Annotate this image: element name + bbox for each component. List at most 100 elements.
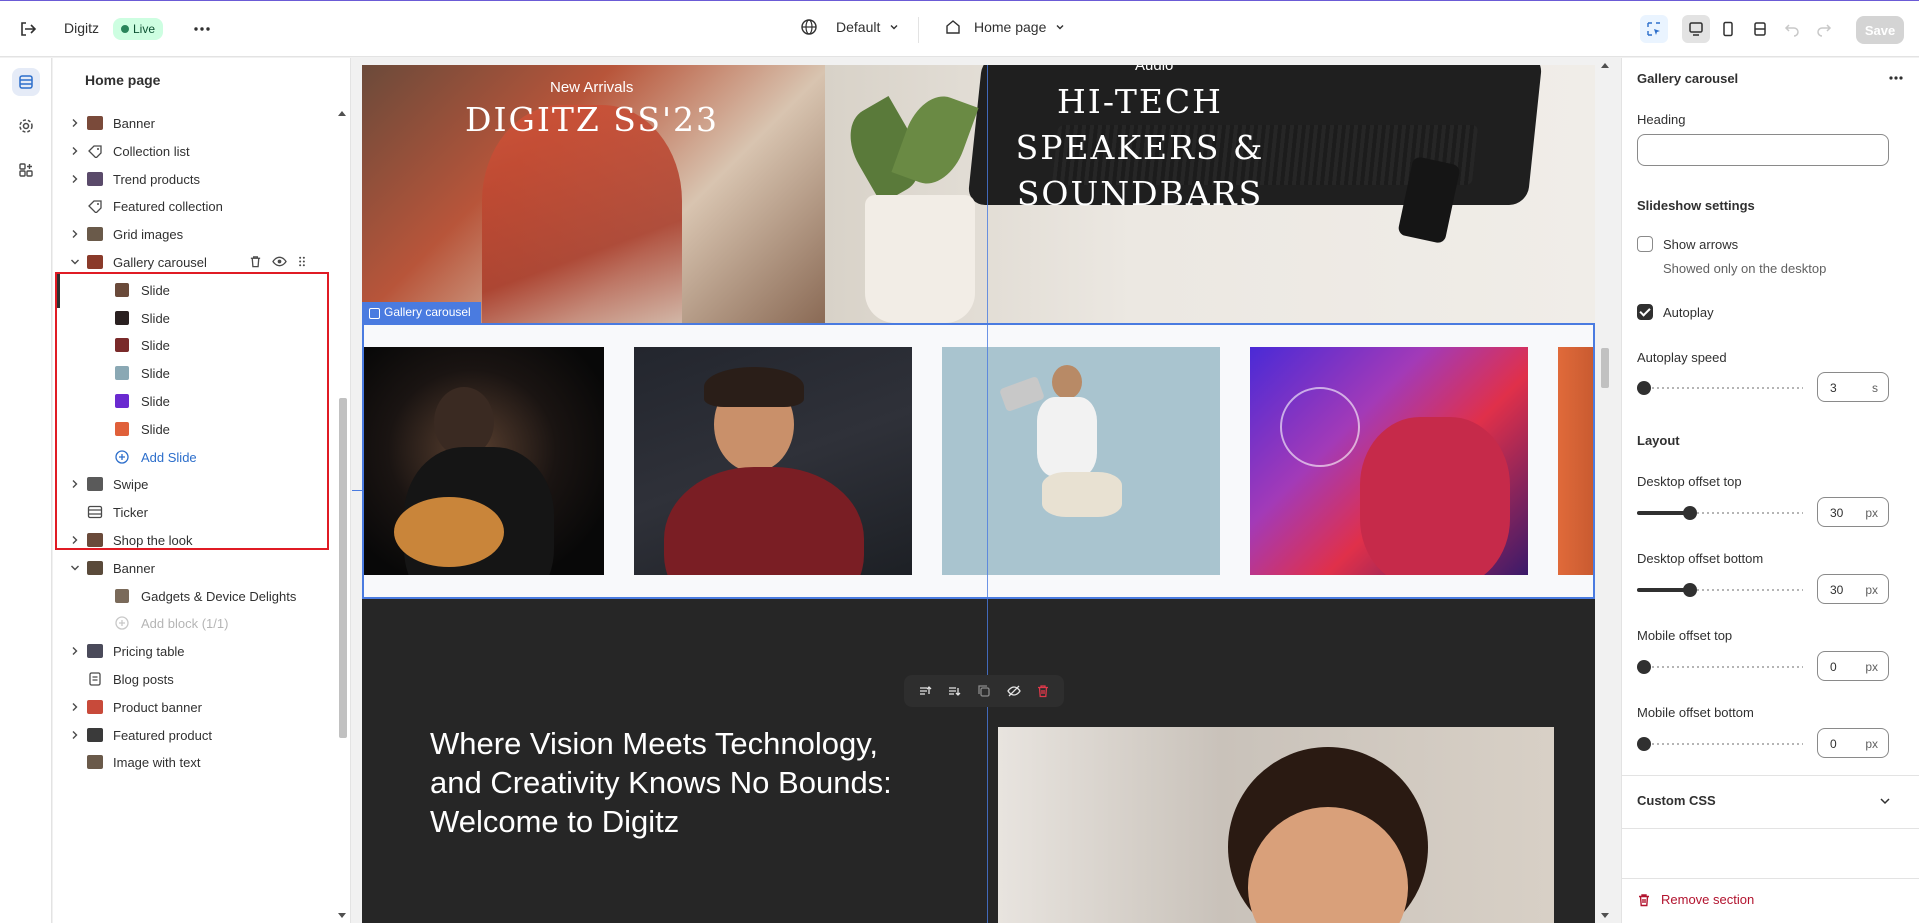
sidebar-item-label: Banner: [113, 560, 155, 576]
sidebar-section-item[interactable]: Image with text: [53, 745, 333, 779]
theme-selector[interactable]: Default: [800, 18, 900, 36]
desktop-offset-top-slider[interactable]: [1637, 506, 1803, 520]
view-tools: [1640, 15, 1838, 43]
desktop-offset-bottom-slider[interactable]: [1637, 583, 1803, 597]
chevron-right-icon[interactable]: [69, 729, 81, 741]
blog-icon: [87, 672, 103, 686]
chevron-right-icon[interactable]: [69, 117, 81, 129]
sidebar-scroll-thumb[interactable]: [339, 398, 347, 738]
chevron-down-icon[interactable]: [69, 256, 81, 268]
sidebar-item-label: Gadgets & Device Delights: [141, 588, 297, 604]
show-arrows-checkbox[interactable]: [1637, 236, 1653, 252]
custom-css-toggle[interactable]: Custom CSS: [1637, 793, 1716, 808]
canvas-scrollbar[interactable]: [1598, 58, 1612, 923]
image-thumbnail-icon: [115, 310, 129, 325]
image-thumbnail-icon: [87, 699, 103, 714]
slideshow-settings-heading: Slideshow settings: [1637, 198, 1755, 213]
mobile-offset-bottom-label: Mobile offset bottom: [1637, 705, 1754, 720]
canvas-scroll-thumb[interactable]: [1601, 348, 1609, 388]
page-selector-label: Home page: [974, 19, 1047, 35]
undo-icon[interactable]: [1778, 15, 1806, 43]
plant-leaf: [891, 87, 979, 193]
sidebar-item-label: Add block (1/1): [141, 616, 229, 632]
mobile-offset-bottom-input[interactable]: 0 px: [1817, 728, 1889, 758]
sections-sidebar: Home page Banner Collection list Trend pro…: [53, 58, 351, 923]
delete-trash-icon[interactable]: [1036, 684, 1050, 698]
autoplay-checkbox[interactable]: [1637, 304, 1653, 320]
dark-section-heading: Where Vision Meets Technology, and Creat…: [430, 726, 892, 839]
move-down-icon[interactable]: [947, 684, 961, 698]
desktop-offset-top-input[interactable]: 30 px: [1817, 497, 1889, 527]
show-arrows-help: Showed only on the desktop: [1663, 261, 1827, 276]
duplicate-icon[interactable]: [977, 684, 991, 698]
inspector-icon[interactable]: [1640, 15, 1668, 43]
chevron-right-icon[interactable]: [69, 534, 81, 546]
sections-icon[interactable]: [12, 68, 40, 96]
image-thumbnail-icon: [115, 394, 129, 408]
exit-icon[interactable]: [16, 17, 40, 41]
save-button[interactable]: Save: [1856, 16, 1904, 44]
chevron-right-icon[interactable]: [69, 478, 81, 490]
hide-eye-icon[interactable]: [1006, 684, 1021, 698]
layout-heading: Layout: [1637, 433, 1680, 448]
mobile-offset-bottom-slider[interactable]: [1637, 737, 1803, 751]
chevron-down-icon[interactable]: [69, 562, 81, 574]
banner-right-tag: Audio: [1135, 65, 1174, 74]
show-arrows-label: Show arrows: [1663, 237, 1739, 252]
trash-icon: [1639, 893, 1649, 906]
more-options-icon[interactable]: [190, 17, 214, 41]
top-bar: Digitz Live Default Home page Save: [0, 0, 1919, 57]
redo-icon[interactable]: [1810, 15, 1838, 43]
settings-gear-icon[interactable]: [12, 112, 40, 140]
store-name: Digitz: [64, 20, 100, 36]
smiling-man-image[interactable]: [998, 727, 1554, 923]
banner-image-fashion[interactable]: New Arrivals DIGITZ SS'23: [362, 65, 825, 323]
autoplay-label: Autoplay: [1663, 305, 1714, 320]
preview-canvas: New Arrivals DIGITZ SS'23 Audio HI-TECH …: [352, 58, 1620, 923]
toolbar-divider: [918, 17, 919, 43]
fullscreen-view-icon[interactable]: [1746, 15, 1774, 43]
image-with-text-section[interactable]: Where Vision Meets Technology, and Creat…: [362, 599, 1595, 923]
apps-icon[interactable]: [12, 156, 40, 184]
banner-right-heading: HI-TECH SPEAKERS & SOUNDBARS: [1015, 82, 1265, 213]
remove-section-button[interactable]: Remove section: [1637, 892, 1754, 907]
chevron-right-icon[interactable]: [69, 228, 81, 240]
delete-trash-icon[interactable]: [249, 255, 262, 268]
image-thumbnail-icon: [115, 282, 129, 297]
chevron-right-icon[interactable]: [69, 645, 81, 657]
gallery-carousel-section[interactable]: Gallery carousel: [362, 302, 1595, 599]
mobile-offset-top-input[interactable]: 0 px: [1817, 651, 1889, 681]
sidebar-item-label: Gallery carousel: [113, 255, 207, 270]
mobile-view-icon[interactable]: [1714, 15, 1742, 43]
chevron-right-icon[interactable]: [69, 173, 81, 185]
chevron-right-icon[interactable]: [69, 701, 81, 713]
sidebar-item-label: Product banner: [113, 699, 202, 715]
banner-image-audio[interactable]: Audio HI-TECH SPEAKERS & SOUNDBARS: [825, 65, 1595, 323]
sidebar-item-label: Featured collection: [113, 199, 223, 215]
move-up-icon[interactable]: [918, 684, 932, 698]
panel-divider: [1622, 775, 1919, 776]
ticker-icon: [87, 505, 103, 519]
sidebar-item-label: Shop the look: [113, 533, 193, 548]
mobile-offset-top-slider[interactable]: [1637, 660, 1803, 674]
section-label-tag[interactable]: Gallery carousel: [362, 302, 481, 323]
chevron-down-icon: [890, 25, 898, 30]
image-thumbnail-icon: [87, 533, 103, 547]
drag-handle-icon[interactable]: [297, 255, 307, 268]
section-outline: [362, 323, 1595, 599]
heading-input[interactable]: [1637, 134, 1889, 166]
storefront-preview: New Arrivals DIGITZ SS'23 Audio HI-TECH …: [362, 65, 1595, 923]
desktop-view-icon[interactable]: [1682, 15, 1710, 43]
more-options-icon[interactable]: [1886, 68, 1906, 88]
sidebar-item-label: Slide: [141, 310, 170, 326]
autoplay-speed-input[interactable]: 3 s: [1817, 372, 1889, 402]
sidebar-item-label: Slide: [141, 394, 170, 409]
visibility-eye-icon[interactable]: [272, 255, 287, 268]
desktop-offset-bottom-input[interactable]: 30 px: [1817, 574, 1889, 604]
sidebar-item-label: Slide: [141, 366, 170, 382]
autoplay-speed-slider[interactable]: [1637, 381, 1803, 395]
plant-pot: [865, 195, 975, 323]
chevron-right-icon[interactable]: [69, 145, 81, 157]
chevron-down-icon[interactable]: [1878, 794, 1892, 808]
page-selector[interactable]: Home page: [944, 18, 1066, 36]
